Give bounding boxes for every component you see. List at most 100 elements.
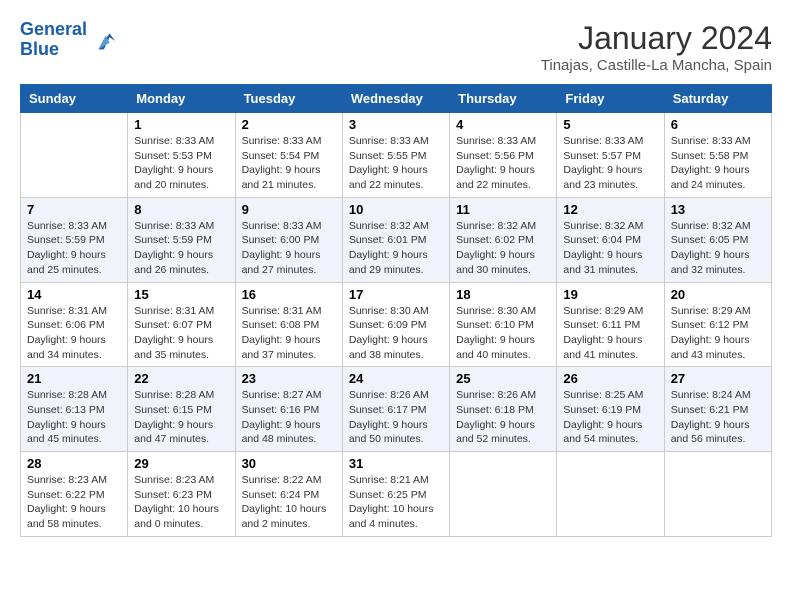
calendar-cell: 5 Sunrise: 8:33 AMSunset: 5:57 PMDaylight… [557,113,664,198]
cell-content: Sunrise: 8:26 AMSunset: 6:17 PMDaylight:… [349,388,443,447]
weekday-header-saturday: Saturday [664,85,771,113]
day-number: 3 [349,117,443,132]
calendar-cell: 14 Sunrise: 8:31 AMSunset: 6:06 PMDayligh… [21,282,128,367]
day-number: 31 [349,456,443,471]
day-number: 28 [27,456,121,471]
day-number: 26 [563,371,657,386]
cell-content: Sunrise: 8:25 AMSunset: 6:19 PMDaylight:… [563,388,657,447]
cell-content: Sunrise: 8:21 AMSunset: 6:25 PMDaylight:… [349,473,443,532]
calendar-cell: 20 Sunrise: 8:29 AMSunset: 6:12 PMDayligh… [664,282,771,367]
calendar-cell [664,452,771,537]
calendar-cell: 12 Sunrise: 8:32 AMSunset: 6:04 PMDayligh… [557,197,664,282]
weekday-header-tuesday: Tuesday [235,85,342,113]
cell-content: Sunrise: 8:33 AMSunset: 5:53 PMDaylight:… [134,134,228,193]
calendar-cell: 19 Sunrise: 8:29 AMSunset: 6:11 PMDayligh… [557,282,664,367]
calendar-cell: 27 Sunrise: 8:24 AMSunset: 6:21 PMDayligh… [664,367,771,452]
calendar-cell [450,452,557,537]
calendar-cell: 9 Sunrise: 8:33 AMSunset: 6:00 PMDaylight… [235,197,342,282]
weekday-header-wednesday: Wednesday [342,85,449,113]
calendar-cell: 15Sunrise: 8:31 AMSunset: 6:07 PMDayligh… [128,282,235,367]
calendar-cell: 30Sunrise: 8:22 AMSunset: 6:24 PMDayligh… [235,452,342,537]
day-number: 4 [456,117,550,132]
cell-content: Sunrise: 8:29 AMSunset: 6:12 PMDaylight:… [671,304,765,363]
day-number: 29 [134,456,228,471]
calendar-cell: 25 Sunrise: 8:26 AMSunset: 6:18 PMDayligh… [450,367,557,452]
cell-content: Sunrise: 8:30 AMSunset: 6:09 PMDaylight:… [349,304,443,363]
cell-content: Sunrise: 8:31 AMSunset: 6:07 PMDaylight:… [134,304,228,363]
calendar-cell [21,113,128,198]
weekday-header-monday: Monday [128,85,235,113]
day-number: 7 [27,202,121,217]
calendar-cell: 4 Sunrise: 8:33 AMSunset: 5:56 PMDaylight… [450,113,557,198]
cell-content: Sunrise: 8:31 AMSunset: 6:06 PMDaylight:… [27,304,121,363]
day-number: 19 [563,287,657,302]
cell-content: Sunrise: 8:23 AMSunset: 6:23 PMDaylight:… [134,473,228,532]
weekday-header-friday: Friday [557,85,664,113]
day-number: 24 [349,371,443,386]
cell-content: Sunrise: 8:32 AMSunset: 6:02 PMDaylight:… [456,219,550,278]
cell-content: Sunrise: 8:32 AMSunset: 6:04 PMDaylight:… [563,219,657,278]
calendar-cell: 24 Sunrise: 8:26 AMSunset: 6:17 PMDayligh… [342,367,449,452]
day-number: 10 [349,202,443,217]
calendar-cell: 23 Sunrise: 8:27 AMSunset: 6:16 PMDayligh… [235,367,342,452]
day-number: 11 [456,202,550,217]
weekday-header-thursday: Thursday [450,85,557,113]
calendar-cell: 8Sunrise: 8:33 AMSunset: 5:59 PMDaylight… [128,197,235,282]
calendar-table: SundayMondayTuesdayWednesdayThursdayFrid… [20,84,772,537]
cell-content: Sunrise: 8:33 AMSunset: 5:59 PMDaylight:… [27,219,121,278]
day-number: 13 [671,202,765,217]
calendar-cell: 10 Sunrise: 8:32 AMSunset: 6:01 PMDayligh… [342,197,449,282]
cell-content: Sunrise: 8:27 AMSunset: 6:16 PMDaylight:… [242,388,336,447]
day-number: 1 [134,117,228,132]
cell-content: Sunrise: 8:28 AMSunset: 6:13 PMDaylight:… [27,388,121,447]
calendar-cell: 31 Sunrise: 8:21 AMSunset: 6:25 PMDayligh… [342,452,449,537]
day-number: 25 [456,371,550,386]
calendar-cell: 13 Sunrise: 8:32 AMSunset: 6:05 PMDayligh… [664,197,771,282]
title-area: January 2024 Tinajas, Castille-La Mancha… [541,20,772,74]
cell-content: Sunrise: 8:33 AMSunset: 5:57 PMDaylight:… [563,134,657,193]
day-number: 6 [671,117,765,132]
cell-content: Sunrise: 8:33 AMSunset: 5:56 PMDaylight:… [456,134,550,193]
cell-content: Sunrise: 8:23 AMSunset: 6:22 PMDaylight:… [27,473,121,532]
cell-content: Sunrise: 8:33 AMSunset: 5:55 PMDaylight:… [349,134,443,193]
day-number: 5 [563,117,657,132]
day-number: 27 [671,371,765,386]
day-number: 14 [27,287,121,302]
cell-content: Sunrise: 8:32 AMSunset: 6:05 PMDaylight:… [671,219,765,278]
calendar-cell: 11 Sunrise: 8:32 AMSunset: 6:02 PMDayligh… [450,197,557,282]
cell-content: Sunrise: 8:30 AMSunset: 6:10 PMDaylight:… [456,304,550,363]
calendar-cell: 22 Sunrise: 8:28 AMSunset: 6:15 PMDayligh… [128,367,235,452]
calendar-title: January 2024 [541,20,772,57]
calendar-cell: 3 Sunrise: 8:33 AMSunset: 5:55 PMDaylight… [342,113,449,198]
day-number: 2 [242,117,336,132]
cell-content: Sunrise: 8:33 AMSunset: 5:54 PMDaylight:… [242,134,336,193]
cell-content: Sunrise: 8:29 AMSunset: 6:11 PMDaylight:… [563,304,657,363]
cell-content: Sunrise: 8:26 AMSunset: 6:18 PMDaylight:… [456,388,550,447]
logo-icon [89,26,117,54]
day-number: 9 [242,202,336,217]
weekday-header-sunday: Sunday [21,85,128,113]
cell-content: Sunrise: 8:33 AMSunset: 6:00 PMDaylight:… [242,219,336,278]
day-number: 22 [134,371,228,386]
day-number: 23 [242,371,336,386]
calendar-cell: 26 Sunrise: 8:25 AMSunset: 6:19 PMDayligh… [557,367,664,452]
day-number: 20 [671,287,765,302]
calendar-cell: 29 Sunrise: 8:23 AMSunset: 6:23 PMDayligh… [128,452,235,537]
day-number: 12 [563,202,657,217]
cell-content: Sunrise: 8:33 AMSunset: 5:59 PMDaylight:… [134,219,228,278]
day-number: 21 [27,371,121,386]
calendar-cell: 2 Sunrise: 8:33 AMSunset: 5:54 PMDaylight… [235,113,342,198]
page-header: GeneralBlue January 2024 Tinajas, Castil… [20,20,772,74]
cell-content: Sunrise: 8:28 AMSunset: 6:15 PMDaylight:… [134,388,228,447]
day-number: 18 [456,287,550,302]
cell-content: Sunrise: 8:24 AMSunset: 6:21 PMDaylight:… [671,388,765,447]
logo: GeneralBlue [20,20,117,60]
cell-content: Sunrise: 8:31 AMSunset: 6:08 PMDaylight:… [242,304,336,363]
logo-text: GeneralBlue [20,20,87,60]
calendar-cell [557,452,664,537]
calendar-cell: 6 Sunrise: 8:33 AMSunset: 5:58 PMDaylight… [664,113,771,198]
calendar-cell: 16Sunrise: 8:31 AMSunset: 6:08 PMDayligh… [235,282,342,367]
cell-content: Sunrise: 8:32 AMSunset: 6:01 PMDaylight:… [349,219,443,278]
day-number: 30 [242,456,336,471]
cell-content: Sunrise: 8:33 AMSunset: 5:58 PMDaylight:… [671,134,765,193]
